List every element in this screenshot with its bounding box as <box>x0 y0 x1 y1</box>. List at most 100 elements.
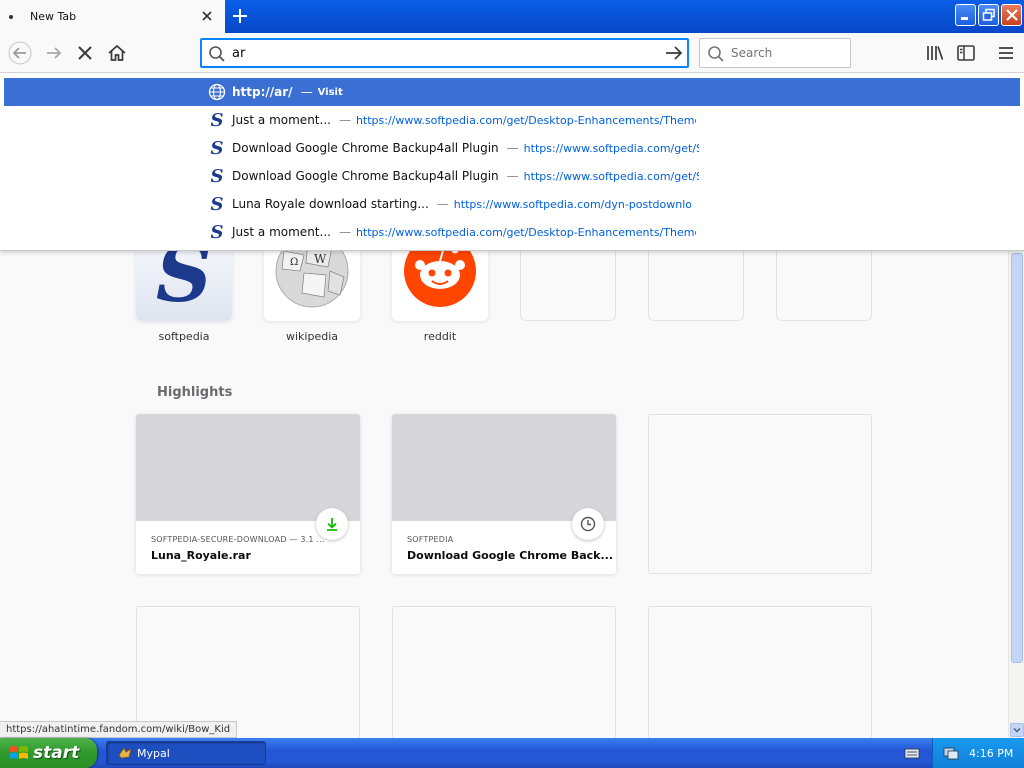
window-close-icon <box>1006 9 1018 21</box>
chevron-down-icon <box>1013 727 1021 733</box>
highlight-card-empty <box>648 606 872 738</box>
svg-text:W: W <box>314 252 327 266</box>
autocomplete-url: https://www.softpedia.com/get/Sys <box>523 169 699 183</box>
autocomplete-title: Download Google Chrome Backup4all Plugin <box>232 141 499 155</box>
autocomplete-title: Download Google Chrome Backup4all Plugin <box>232 169 499 183</box>
highlight-card-history[interactable]: SOFTPEDIA Download Google Chrome Back... <box>392 414 616 574</box>
top-site-label: wikipedia <box>285 330 338 343</box>
autocomplete-title: Just a moment... <box>232 113 331 127</box>
wikipedia-globe-icon: W Ω <box>275 241 349 308</box>
taskbar-item-label: Mypal <box>137 746 170 760</box>
minimize-icon <box>961 17 968 20</box>
svg-text:Ω: Ω <box>290 257 298 268</box>
autocomplete-url: https://www.softpedia.com/dyn-postdownlo… <box>453 197 691 211</box>
scrollbar-thumb[interactable] <box>1011 253 1023 663</box>
go-arrow-icon[interactable] <box>664 44 684 62</box>
highlight-card-download[interactable]: SOFTPEDIA-SECURE-DOWNLOAD — 3.1 ... Luna… <box>136 414 360 574</box>
loading-dot-icon <box>9 14 13 19</box>
library-icon[interactable] <box>923 41 947 65</box>
search-input[interactable] <box>731 45 841 61</box>
search-icon <box>209 46 225 62</box>
softpedia-favicon-icon: S <box>210 221 224 243</box>
highlight-card-empty <box>392 606 616 738</box>
forward-arrow-icon[interactable] <box>42 41 66 65</box>
menu-hamburger-icon[interactable] <box>994 41 1018 65</box>
autocomplete-separator: — <box>300 85 313 99</box>
keyboard-icon[interactable] <box>904 746 920 760</box>
top-site-empty <box>520 241 616 321</box>
restore-button[interactable] <box>978 4 999 26</box>
network-icon[interactable] <box>943 745 959 761</box>
autocomplete-url: https://www.softpedia.com/get/Desktop-En… <box>355 113 696 127</box>
autocomplete-separator: — <box>506 141 519 155</box>
clock-icon <box>580 516 596 532</box>
top-site-empty <box>776 241 872 321</box>
highlight-card-empty <box>648 414 872 574</box>
tab-new-tab[interactable]: New Tab <box>0 0 225 33</box>
autocomplete-url: https://www.softpedia.com/get/Desktop-En… <box>355 225 696 239</box>
card-title: Luna_Royale.rar <box>151 549 251 562</box>
windows-taskbar: start Mypal 4:16 PM <box>0 738 1024 768</box>
autocomplete-separator: — <box>506 169 519 183</box>
top-site-empty <box>648 241 744 321</box>
minimize-button[interactable] <box>955 4 976 26</box>
start-label: start <box>33 743 80 763</box>
autocomplete-row[interactable]: S Download Google Chrome Backup4all Plug… <box>4 134 1020 162</box>
top-site-label: reddit <box>423 330 457 343</box>
card-thumbnail <box>392 414 616 521</box>
tab-title: New Tab <box>30 10 77 23</box>
autocomplete-row-visit[interactable]: http://ar/ — Visit <box>4 78 1020 106</box>
autocomplete-url: https://www.softpedia.com/get/Sys <box>523 141 699 155</box>
back-arrow-icon[interactable] <box>8 41 32 65</box>
autocomplete-row[interactable]: S Download Google Chrome Backup4all Plug… <box>4 162 1020 190</box>
autocomplete-title: http://ar/ <box>232 85 293 99</box>
top-site-wikipedia[interactable]: W Ω <box>264 241 360 321</box>
url-autocomplete-popup: http://ar/ — Visit S Just a moment... — … <box>0 73 1024 251</box>
tab-close-icon[interactable] <box>199 8 215 24</box>
autocomplete-separator: — <box>338 113 351 127</box>
card-title: Download Google Chrome Back... <box>407 549 614 562</box>
globe-icon <box>207 82 227 102</box>
taskbar-clock: 4:16 PM <box>969 746 1014 760</box>
card-badge <box>572 508 604 540</box>
card-thumbnail <box>136 414 360 521</box>
autocomplete-separator: — <box>338 225 351 239</box>
scroll-down-button[interactable] <box>1010 723 1024 737</box>
stop-loading-icon[interactable] <box>73 41 97 65</box>
autocomplete-separator: — <box>436 197 449 211</box>
softpedia-favicon-icon: S <box>210 137 224 159</box>
title-bar: New Tab <box>0 0 1024 33</box>
autocomplete-row[interactable]: S Just a moment... — https://www.softped… <box>4 218 1020 246</box>
softpedia-logo-icon: S <box>136 241 232 321</box>
restore-icon <box>982 8 995 21</box>
highlights-heading: Highlights <box>157 385 233 400</box>
window-close-button[interactable] <box>1001 4 1022 26</box>
navigation-toolbar <box>0 33 1024 73</box>
download-icon <box>327 518 337 531</box>
status-link-url: https://ahatintime.fandom.com/wiki/Bow_K… <box>0 721 238 738</box>
url-input[interactable] <box>232 44 652 62</box>
sidebar-toggle-icon[interactable] <box>954 41 978 65</box>
reddit-alien-icon <box>404 241 476 307</box>
search-icon <box>708 46 724 62</box>
top-site-reddit[interactable] <box>392 241 488 321</box>
highlight-card-empty <box>136 606 360 738</box>
url-bar[interactable] <box>200 38 689 68</box>
autocomplete-title: Just a moment... <box>232 225 331 239</box>
search-bar[interactable] <box>699 38 851 68</box>
start-button[interactable]: start <box>0 738 97 768</box>
windows-flag-icon <box>10 746 28 759</box>
autocomplete-row[interactable]: S Just a moment... — https://www.softped… <box>4 106 1020 134</box>
system-tray: 4:16 PM <box>932 738 1024 768</box>
card-context: SOFTPEDIA-SECURE-DOWNLOAD — 3.1 ... <box>151 535 325 544</box>
top-site-softpedia[interactable]: S <box>136 241 232 321</box>
home-icon[interactable] <box>105 41 129 65</box>
mypal-app-icon <box>118 747 132 759</box>
autocomplete-title: Luna Royale download starting... <box>232 197 429 211</box>
taskbar-item-mypal[interactable]: Mypal <box>106 741 266 765</box>
softpedia-favicon-icon: S <box>210 109 224 131</box>
autocomplete-action: Visit <box>317 86 343 98</box>
new-tab-plus-icon[interactable] <box>230 6 250 26</box>
autocomplete-row[interactable]: S Luna Royale download starting... — htt… <box>4 190 1020 218</box>
top-site-label: softpedia <box>158 330 210 343</box>
